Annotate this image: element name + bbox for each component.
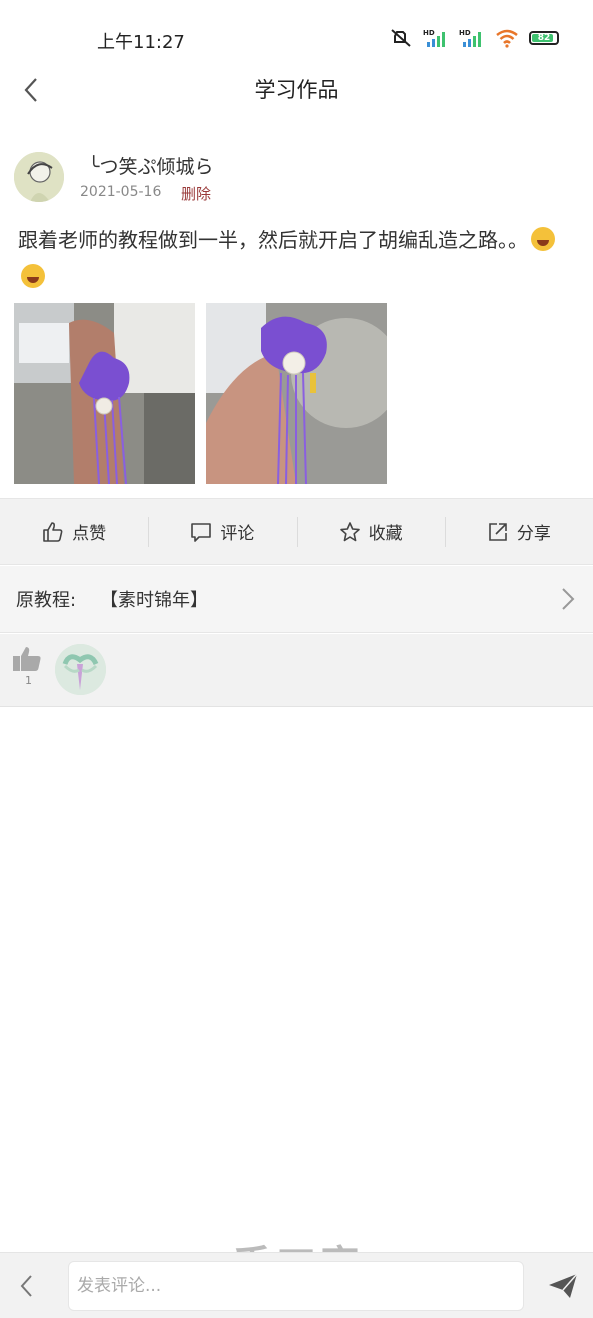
share-label: 分享 <box>516 524 551 544</box>
comment-button[interactable]: 评论 <box>148 499 296 564</box>
post-date: 2021-05-16 <box>80 184 162 200</box>
likes-row: 1 <box>0 634 593 707</box>
avatar-image <box>14 152 64 202</box>
tutorial-name: 【素时锦年】 <box>100 590 208 611</box>
battery-level: 82 <box>537 33 551 43</box>
post-header: ╰つ笑ぷ倾城ら 2021-05-16 删除 <box>14 150 574 206</box>
thumbs-up-icon <box>13 647 41 671</box>
signal-hd-icon: HD <box>459 29 481 47</box>
post-body: 跟着老师的教程做到一半，然后就开启了胡编乱造之路。。 <box>18 228 528 252</box>
share-icon <box>489 522 507 541</box>
battery-icon: 82 <box>529 31 559 45</box>
like-button[interactable]: 点赞 <box>0 499 148 564</box>
chevron-left-icon[interactable] <box>14 1271 40 1301</box>
avatar-image <box>55 644 106 695</box>
comment-input[interactable] <box>68 1261 524 1311</box>
share-button[interactable]: 分享 <box>444 499 593 564</box>
thumbs-up-icon <box>43 521 63 542</box>
author-name[interactable]: ╰つ笑ぷ倾城ら <box>88 152 213 179</box>
tutorial-label: 原教程: <box>16 590 77 611</box>
svg-text:HD: HD <box>459 29 471 37</box>
signal-hd-icon: HD <box>423 29 445 47</box>
svg-text:HD: HD <box>423 29 435 37</box>
comment-label: 评论 <box>220 524 255 544</box>
status-bar: 上午11:27 HD HD 82 <box>0 0 593 60</box>
comment-bar <box>0 1252 593 1318</box>
chevron-right-icon <box>562 588 575 610</box>
favorite-button[interactable]: 收藏 <box>296 499 445 564</box>
page-title: 学习作品 <box>254 78 339 102</box>
post-text: 跟着老师的教程做到一半，然后就开启了胡编乱造之路。。 <box>18 222 558 296</box>
status-icons: HD HD 82 <box>389 28 559 48</box>
delete-button[interactable]: 删除 <box>181 183 211 204</box>
send-icon[interactable] <box>547 1271 579 1301</box>
action-bar: 点赞 评论 收藏 分享 <box>0 498 593 565</box>
liker-avatar[interactable] <box>55 644 106 695</box>
like-label: 点赞 <box>72 524 107 544</box>
favorite-label: 收藏 <box>368 524 403 544</box>
post-photo-1[interactable] <box>14 303 195 484</box>
tears-of-joy-emoji <box>21 264 45 288</box>
nav-bar: 学习作品 <box>0 60 593 120</box>
star-icon <box>339 521 360 541</box>
purple-knot-photo-1 <box>14 303 195 484</box>
author-avatar[interactable] <box>14 152 64 202</box>
wifi-icon <box>496 29 518 48</box>
original-tutorial-link[interactable]: 原教程: 【素时锦年】 <box>0 566 593 633</box>
purple-knot-photo-2 <box>206 303 387 484</box>
tears-of-joy-emoji <box>531 227 555 251</box>
status-time: 上午11:27 <box>97 32 185 53</box>
like-count: 1 <box>25 674 32 687</box>
post-photo-2[interactable] <box>206 303 387 484</box>
comment-icon <box>191 522 212 542</box>
mute-icon <box>391 29 411 47</box>
